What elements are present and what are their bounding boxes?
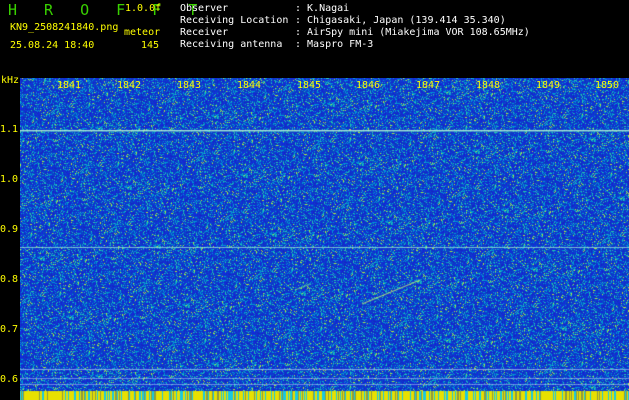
y-tick-label: 0.9 bbox=[0, 224, 19, 235]
version-label: 1.0.0f bbox=[125, 3, 162, 14]
x-tick-label: 1849 bbox=[536, 80, 561, 91]
axis-unit-label: kHz bbox=[1, 75, 20, 86]
x-tick-label: 1844 bbox=[237, 80, 262, 91]
app-title: H R O F F T bbox=[8, 1, 207, 19]
count-label: 145 bbox=[141, 40, 160, 51]
filename-label: KN9_2508241840.png bbox=[10, 22, 119, 33]
y-tick-label: 0.7 bbox=[0, 324, 19, 335]
observer-value: : K.Nagai bbox=[295, 3, 350, 14]
observer-label: Observer bbox=[180, 3, 229, 14]
y-tick-label: 0.6 bbox=[0, 374, 19, 385]
receiver-value: : AirSpy mini (Miakejima VOR 108.65MHz) bbox=[295, 27, 530, 38]
x-tick-label: 1841 bbox=[57, 80, 82, 91]
x-tick-label: 1845 bbox=[297, 80, 322, 91]
location-value: : Chigasaki, Japan (139.414 35.340) bbox=[295, 15, 506, 26]
x-tick-label: 1848 bbox=[476, 80, 501, 91]
location-label: Receiving Location bbox=[180, 15, 289, 26]
x-tick-label: 1846 bbox=[356, 80, 381, 91]
antenna-label: Receiving antenna bbox=[180, 39, 283, 50]
waterfall-spectrogram bbox=[20, 78, 629, 400]
x-tick-label: 1850 bbox=[595, 80, 620, 91]
antenna-value: : Maspro FM-3 bbox=[295, 39, 374, 50]
x-tick-label: 1843 bbox=[177, 80, 202, 91]
y-tick-label: 1.1 bbox=[0, 124, 19, 135]
receiver-label: Receiver bbox=[180, 27, 229, 38]
x-tick-label: 1842 bbox=[117, 80, 142, 91]
mode-label: meteor bbox=[124, 27, 161, 38]
y-tick-label: 1.0 bbox=[0, 174, 19, 185]
datetime-label: 25.08.24 18:40 bbox=[10, 40, 95, 51]
x-tick-label: 1847 bbox=[416, 80, 441, 91]
y-tick-label: 0.8 bbox=[0, 274, 19, 285]
